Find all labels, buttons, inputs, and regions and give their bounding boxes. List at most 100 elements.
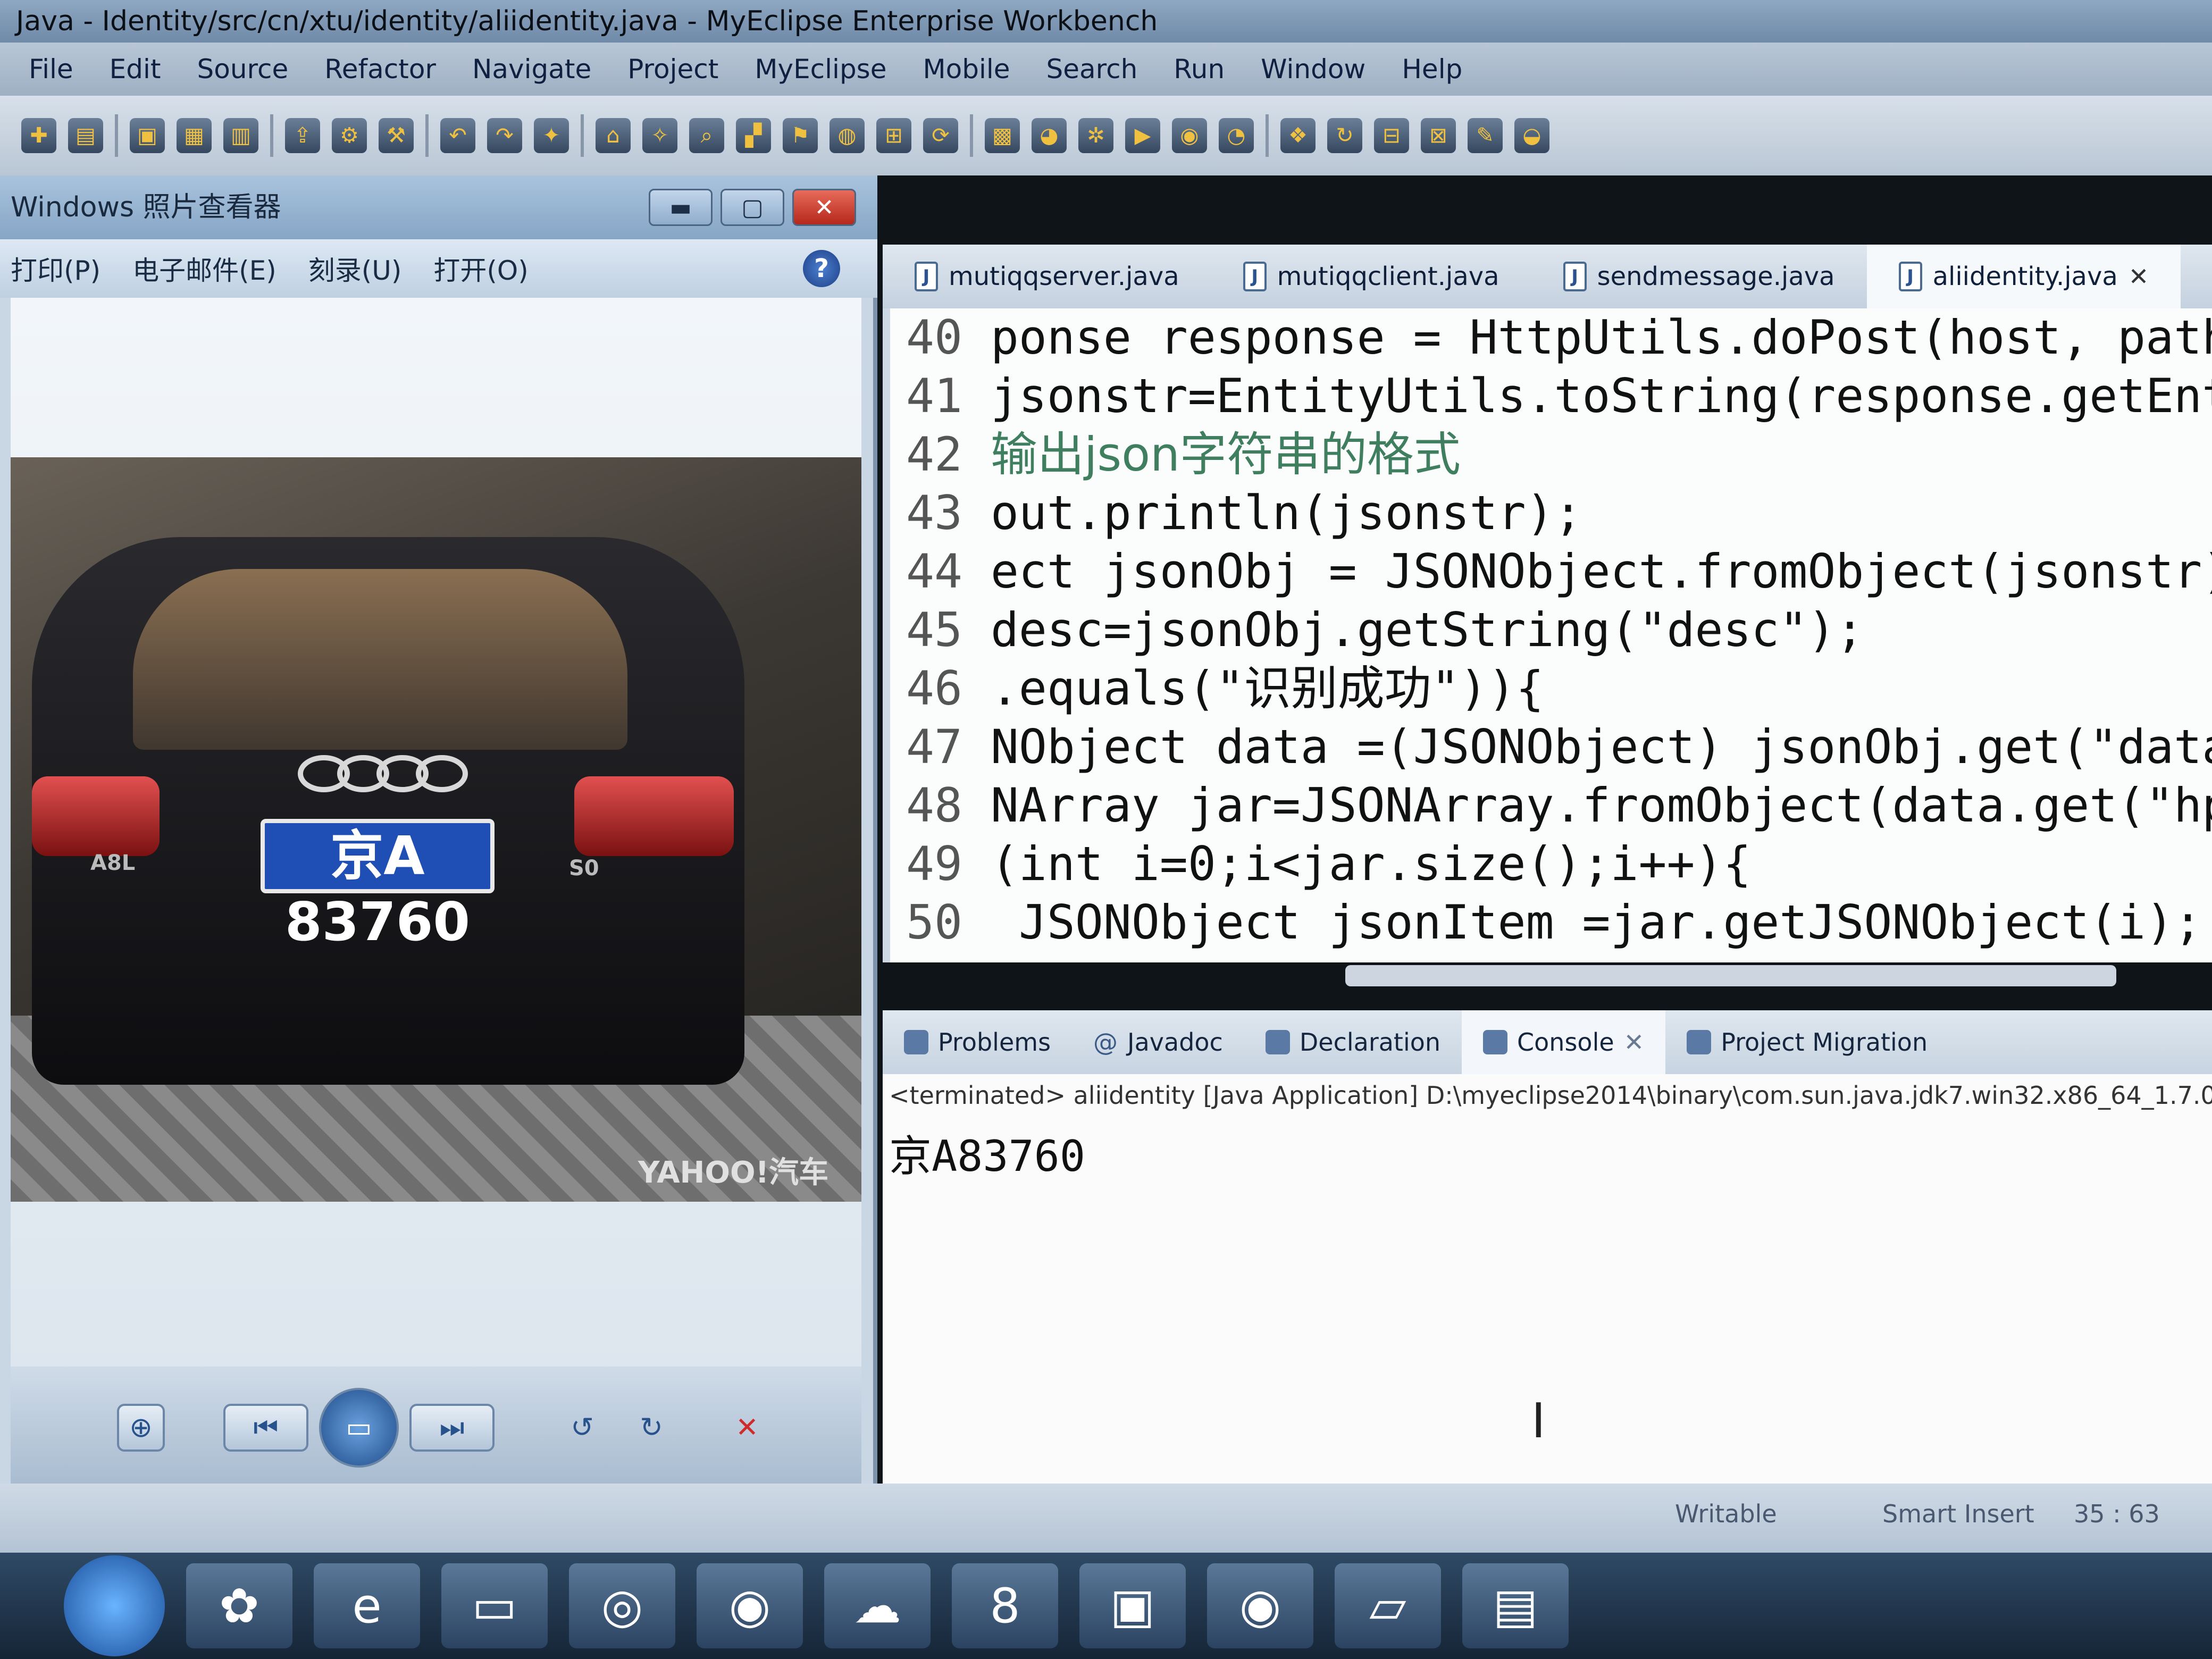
line-number: 42 bbox=[906, 427, 962, 482]
rotate-right-icon[interactable]: ↻ bbox=[627, 1404, 675, 1452]
menu-navigate[interactable]: Navigate bbox=[454, 54, 609, 85]
taskbar-app-icon[interactable]: ✿ bbox=[186, 1563, 292, 1648]
taskbar-cloud-icon[interactable]: ☁ bbox=[824, 1563, 931, 1648]
server-icon[interactable]: ⚙ bbox=[332, 118, 367, 153]
menu-help[interactable]: Help bbox=[1384, 54, 1480, 85]
new-class-icon[interactable]: ✦ bbox=[534, 118, 569, 153]
layout-icon[interactable]: ▞ bbox=[736, 118, 771, 153]
code-text: desc=jsonObj.getString("desc"); bbox=[990, 602, 1864, 657]
menu-source[interactable]: Source bbox=[179, 54, 307, 85]
redo-icon[interactable]: ↷ bbox=[487, 118, 522, 153]
undo-icon[interactable]: ↶ bbox=[440, 118, 475, 153]
run-icon[interactable]: ▶ bbox=[1125, 118, 1160, 153]
taskbar-qq-icon[interactable]: ◉ bbox=[697, 1563, 803, 1648]
code-editor[interactable]: 40 ponse response = HttpUtils.doPost(hos… bbox=[883, 308, 2212, 962]
close-button[interactable]: ✕ bbox=[792, 189, 856, 226]
license-plate: 京A 83760 bbox=[261, 819, 495, 953]
line-number: 49 bbox=[906, 836, 962, 891]
car-tail-light-left bbox=[32, 776, 160, 856]
taskbar-app-icon[interactable]: 8 bbox=[952, 1563, 1058, 1648]
menu-window[interactable]: Window bbox=[1243, 54, 1384, 85]
print-menu[interactable]: 打印(P) bbox=[11, 249, 100, 288]
java-file-icon: J bbox=[1563, 262, 1587, 291]
tab-problems[interactable]: Problems bbox=[883, 1010, 1072, 1074]
tab-mutiqqclient[interactable]: J mutiqqclient.java bbox=[1211, 245, 1531, 308]
external-tools-icon[interactable]: ◔ bbox=[1219, 118, 1254, 153]
open-icon[interactable]: ▤ bbox=[68, 118, 103, 153]
chart-icon[interactable]: ▩ bbox=[985, 118, 1020, 153]
menu-file[interactable]: File bbox=[11, 54, 91, 85]
at-icon: @ bbox=[1093, 1028, 1118, 1057]
taskbar-camera-icon[interactable]: ▣ bbox=[1079, 1563, 1186, 1648]
start-button[interactable] bbox=[64, 1555, 165, 1656]
code-text: ponse response = HttpUtils.doPost(host, … bbox=[990, 310, 2212, 365]
actual-size-icon[interactable]: ⊕ bbox=[117, 1404, 165, 1452]
previous-button[interactable]: ⏮ bbox=[223, 1404, 308, 1452]
refresh-icon[interactable]: ↻ bbox=[1327, 118, 1362, 153]
burn-menu[interactable]: 刻录(U) bbox=[308, 249, 402, 288]
menu-refactor[interactable]: Refactor bbox=[306, 54, 454, 85]
sync-icon[interactable]: ⟳ bbox=[923, 118, 958, 153]
coverage-icon[interactable]: ◉ bbox=[1172, 118, 1207, 153]
folder-open-icon[interactable]: ⊟ bbox=[1374, 118, 1409, 153]
line-number: 50 bbox=[906, 895, 962, 950]
gift-icon[interactable]: ❖ bbox=[1280, 118, 1316, 153]
bookmark-icon[interactable]: ⚑ bbox=[783, 118, 818, 153]
deploy-icon[interactable]: ⇪ bbox=[285, 118, 320, 153]
next-button[interactable]: ⏭ bbox=[409, 1404, 495, 1452]
taskbar-app-icon[interactable]: ◎ bbox=[569, 1563, 675, 1648]
tab-javadoc[interactable]: @ Javadoc bbox=[1072, 1010, 1244, 1074]
world-icon[interactable]: ◕ bbox=[1032, 118, 1067, 153]
panel-tabs: Problems @ Javadoc Declaration Console ✕ P… bbox=[883, 1010, 2212, 1074]
delete-icon[interactable]: ✕ bbox=[723, 1404, 771, 1452]
menu-project[interactable]: Project bbox=[609, 54, 736, 85]
tab-mutiqqserver[interactable]: J mutiqqserver.java bbox=[883, 245, 1211, 308]
code-line: 44 ect jsonObj = JSONObject.fromObject(j… bbox=[906, 542, 2212, 601]
slideshow-button[interactable]: ▭ bbox=[319, 1388, 399, 1468]
lock-icon[interactable]: ⌂ bbox=[596, 118, 631, 153]
rotate-left-icon[interactable]: ↺ bbox=[558, 1404, 606, 1452]
perspective-icon[interactable]: ◒ bbox=[1514, 118, 1549, 153]
wand-icon[interactable]: ✧ bbox=[642, 118, 677, 153]
save-all-icon[interactable]: ▦ bbox=[177, 118, 212, 153]
menu-search[interactable]: Search bbox=[1028, 54, 1156, 85]
console-view[interactable]: <terminated> aliidentity [Java Applicati… bbox=[883, 1074, 2212, 1484]
tab-close-icon[interactable]: ✕ bbox=[2129, 262, 2149, 291]
window-title: Java - Identity/src/cn/xtu/identity/alii… bbox=[0, 0, 2212, 43]
print-icon[interactable]: ▥ bbox=[223, 118, 258, 153]
tab-aliidentity[interactable]: J aliidentity.java ✕ bbox=[1866, 245, 2181, 308]
package-icon[interactable]: ⊞ bbox=[876, 118, 911, 153]
email-menu[interactable]: 电子邮件(E) bbox=[132, 249, 276, 288]
taskbar-window-icon[interactable]: ▱ bbox=[1335, 1563, 1441, 1648]
horizontal-scrollbar[interactable] bbox=[1345, 965, 2116, 986]
problems-icon bbox=[904, 1030, 928, 1054]
tab-console[interactable]: Console ✕ bbox=[1462, 1010, 1666, 1074]
tab-close-icon[interactable]: ✕ bbox=[1624, 1028, 1645, 1057]
menu-edit[interactable]: Edit bbox=[91, 54, 179, 85]
tab-project-migration[interactable]: Project Migration bbox=[1665, 1010, 1949, 1074]
debug-icon[interactable]: ✲ bbox=[1078, 118, 1113, 153]
line-number: 44 bbox=[906, 544, 962, 599]
menu-myeclipse[interactable]: MyEclipse bbox=[736, 54, 904, 85]
taskbar-folder-icon[interactable]: ▭ bbox=[441, 1563, 548, 1648]
menu-mobile[interactable]: Mobile bbox=[905, 54, 1028, 85]
taskbar-qq-icon[interactable]: ◉ bbox=[1207, 1563, 1313, 1648]
line-number: 43 bbox=[906, 485, 962, 540]
pen-icon[interactable]: ✎ bbox=[1468, 118, 1503, 153]
taskbar-browser-icon[interactable]: e bbox=[314, 1563, 420, 1648]
minimize-button[interactable]: ▬ bbox=[649, 189, 713, 226]
taskbar-photo-viewer-icon[interactable]: ▤ bbox=[1462, 1563, 1569, 1648]
new-icon[interactable]: ✚ bbox=[21, 118, 56, 153]
globe-icon[interactable]: ◍ bbox=[830, 118, 865, 153]
tab-declaration[interactable]: Declaration bbox=[1244, 1010, 1462, 1074]
folder-icon[interactable]: ⊠ bbox=[1421, 118, 1456, 153]
line-number: 40 bbox=[906, 310, 962, 365]
tab-sendmessage[interactable]: J sendmessage.java bbox=[1531, 245, 1867, 308]
help-icon[interactable]: ? bbox=[803, 250, 840, 287]
open-menu[interactable]: 打开(O) bbox=[433, 249, 528, 288]
search-icon[interactable]: ⌕ bbox=[689, 118, 724, 153]
build-icon[interactable]: ⚒ bbox=[379, 118, 414, 153]
maximize-button[interactable]: ▢ bbox=[720, 189, 784, 226]
menu-run[interactable]: Run bbox=[1155, 54, 1243, 85]
save-icon[interactable]: ▣ bbox=[130, 118, 165, 153]
